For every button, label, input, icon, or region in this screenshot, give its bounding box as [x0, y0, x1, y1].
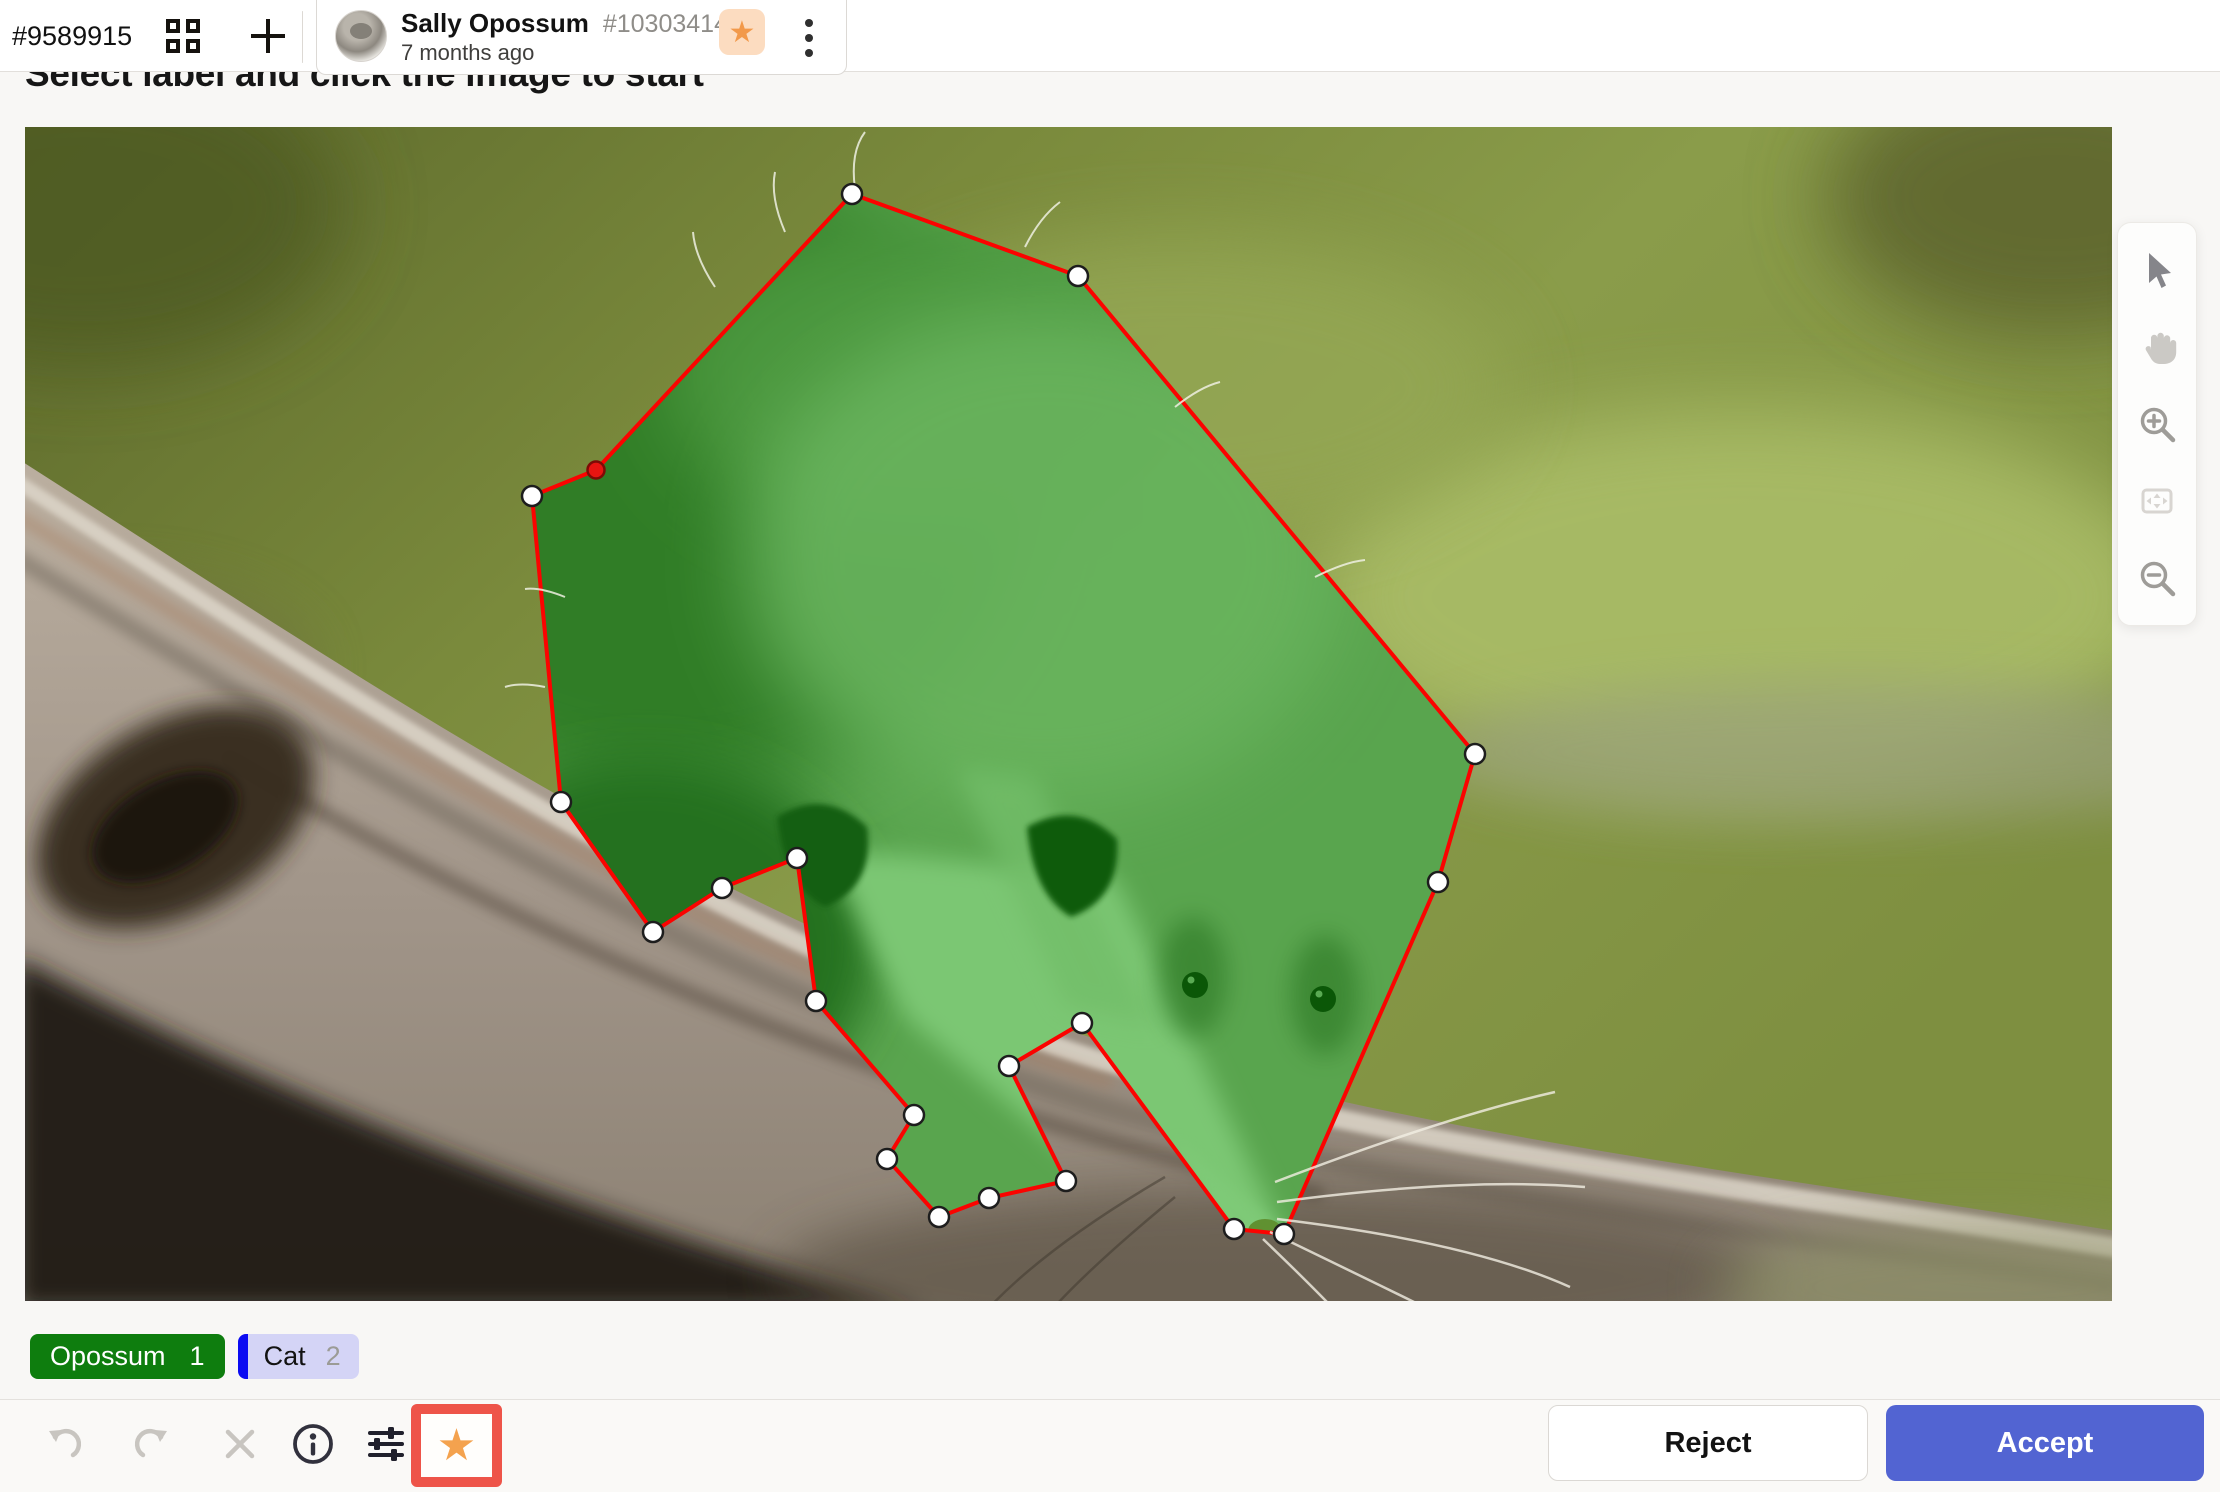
- info-icon[interactable]: [289, 1420, 337, 1468]
- vertex-handle[interactable]: [787, 848, 807, 868]
- more-options-icon[interactable]: [798, 14, 820, 62]
- annotation-timestamp: 7 months ago: [401, 40, 534, 66]
- annotator-name: Sally Opossum: [401, 8, 589, 39]
- add-annotation-icon[interactable]: [251, 19, 285, 53]
- vertex-handle[interactable]: [1224, 1219, 1244, 1239]
- zoom-in-tool-icon[interactable]: [2133, 400, 2181, 448]
- vertex-handle-selected[interactable]: [588, 462, 605, 479]
- vertex-handle[interactable]: [1072, 1013, 1092, 1033]
- divider: [302, 11, 303, 63]
- grid-cell: [166, 39, 180, 53]
- grid-view-icon[interactable]: [166, 19, 202, 53]
- grid-cell: [186, 19, 200, 33]
- label-color-bar: [238, 1334, 248, 1379]
- avatar: [335, 10, 387, 62]
- annotation-app: Select label and click the image to star…: [0, 0, 2220, 1492]
- accept-button[interactable]: Accept: [1886, 1405, 2204, 1481]
- reject-button[interactable]: Reject: [1548, 1405, 1868, 1481]
- task-id: #9589915: [12, 0, 132, 72]
- annotator-row: Sally Opossum #10303414: [401, 8, 728, 39]
- vertex-handle[interactable]: [712, 878, 732, 898]
- avatar-detail: [350, 23, 372, 39]
- vertex-handle[interactable]: [877, 1149, 897, 1169]
- vertex-handle[interactable]: [1465, 744, 1485, 764]
- label-chip-cat[interactable]: Cat 2: [238, 1334, 359, 1379]
- vertex-handle[interactable]: [929, 1207, 949, 1227]
- undo-icon[interactable]: [40, 1420, 88, 1468]
- annotation-card[interactable]: Sally Opossum #10303414 7 months ago ★: [316, 0, 847, 75]
- vertex-handle[interactable]: [999, 1056, 1019, 1076]
- label-name: Cat: [248, 1341, 306, 1372]
- kebab-dot: [805, 19, 813, 27]
- vertex-handle[interactable]: [551, 792, 571, 812]
- annotation-id: #10303414: [603, 10, 728, 39]
- label-hotkey: 2: [326, 1341, 341, 1372]
- kebab-dot: [805, 49, 813, 57]
- label-chip-opossum[interactable]: Opossum 1: [30, 1334, 225, 1379]
- vertex-handle[interactable]: [842, 184, 862, 204]
- grid-cell: [166, 19, 180, 33]
- pan-tool-icon[interactable]: [2133, 323, 2181, 371]
- vertex-handle[interactable]: [643, 922, 663, 942]
- ground-truth-star-button-highlighted[interactable]: ★: [411, 1404, 502, 1487]
- zoom-out-tool-icon[interactable]: [2133, 554, 2181, 602]
- grid-cell: [186, 39, 200, 53]
- ground-truth-star-icon[interactable]: ★: [719, 9, 765, 55]
- image-canvas[interactable]: [25, 127, 2112, 1301]
- top-bar: #9589915 Sally Opossum #10303414 7 month…: [0, 0, 2220, 72]
- vertex-handle[interactable]: [1274, 1224, 1294, 1244]
- vertex-handle[interactable]: [1428, 872, 1448, 892]
- settings-sliders-icon[interactable]: [362, 1420, 410, 1468]
- pointer-tool-icon[interactable]: [2133, 246, 2181, 294]
- kebab-dot: [805, 34, 813, 42]
- vertex-handle[interactable]: [1056, 1171, 1076, 1191]
- label-name: Opossum: [50, 1341, 166, 1372]
- fit-screen-tool-icon[interactable]: [2133, 477, 2181, 525]
- vertex-handle[interactable]: [904, 1105, 924, 1125]
- bottom-toolbar: ★ Reject Accept: [0, 1399, 2220, 1492]
- redo-icon[interactable]: [128, 1420, 176, 1468]
- vertex-handle[interactable]: [1068, 266, 1088, 286]
- canvas-tool-panel: [2117, 222, 2197, 626]
- delete-region-icon[interactable]: [216, 1420, 264, 1468]
- vertex-handle[interactable]: [979, 1188, 999, 1208]
- label-list: Opossum 1 Cat 2: [30, 1334, 359, 1379]
- vertex-handle[interactable]: [522, 486, 542, 506]
- vertex-handle[interactable]: [806, 991, 826, 1011]
- label-hotkey: 1: [190, 1341, 205, 1372]
